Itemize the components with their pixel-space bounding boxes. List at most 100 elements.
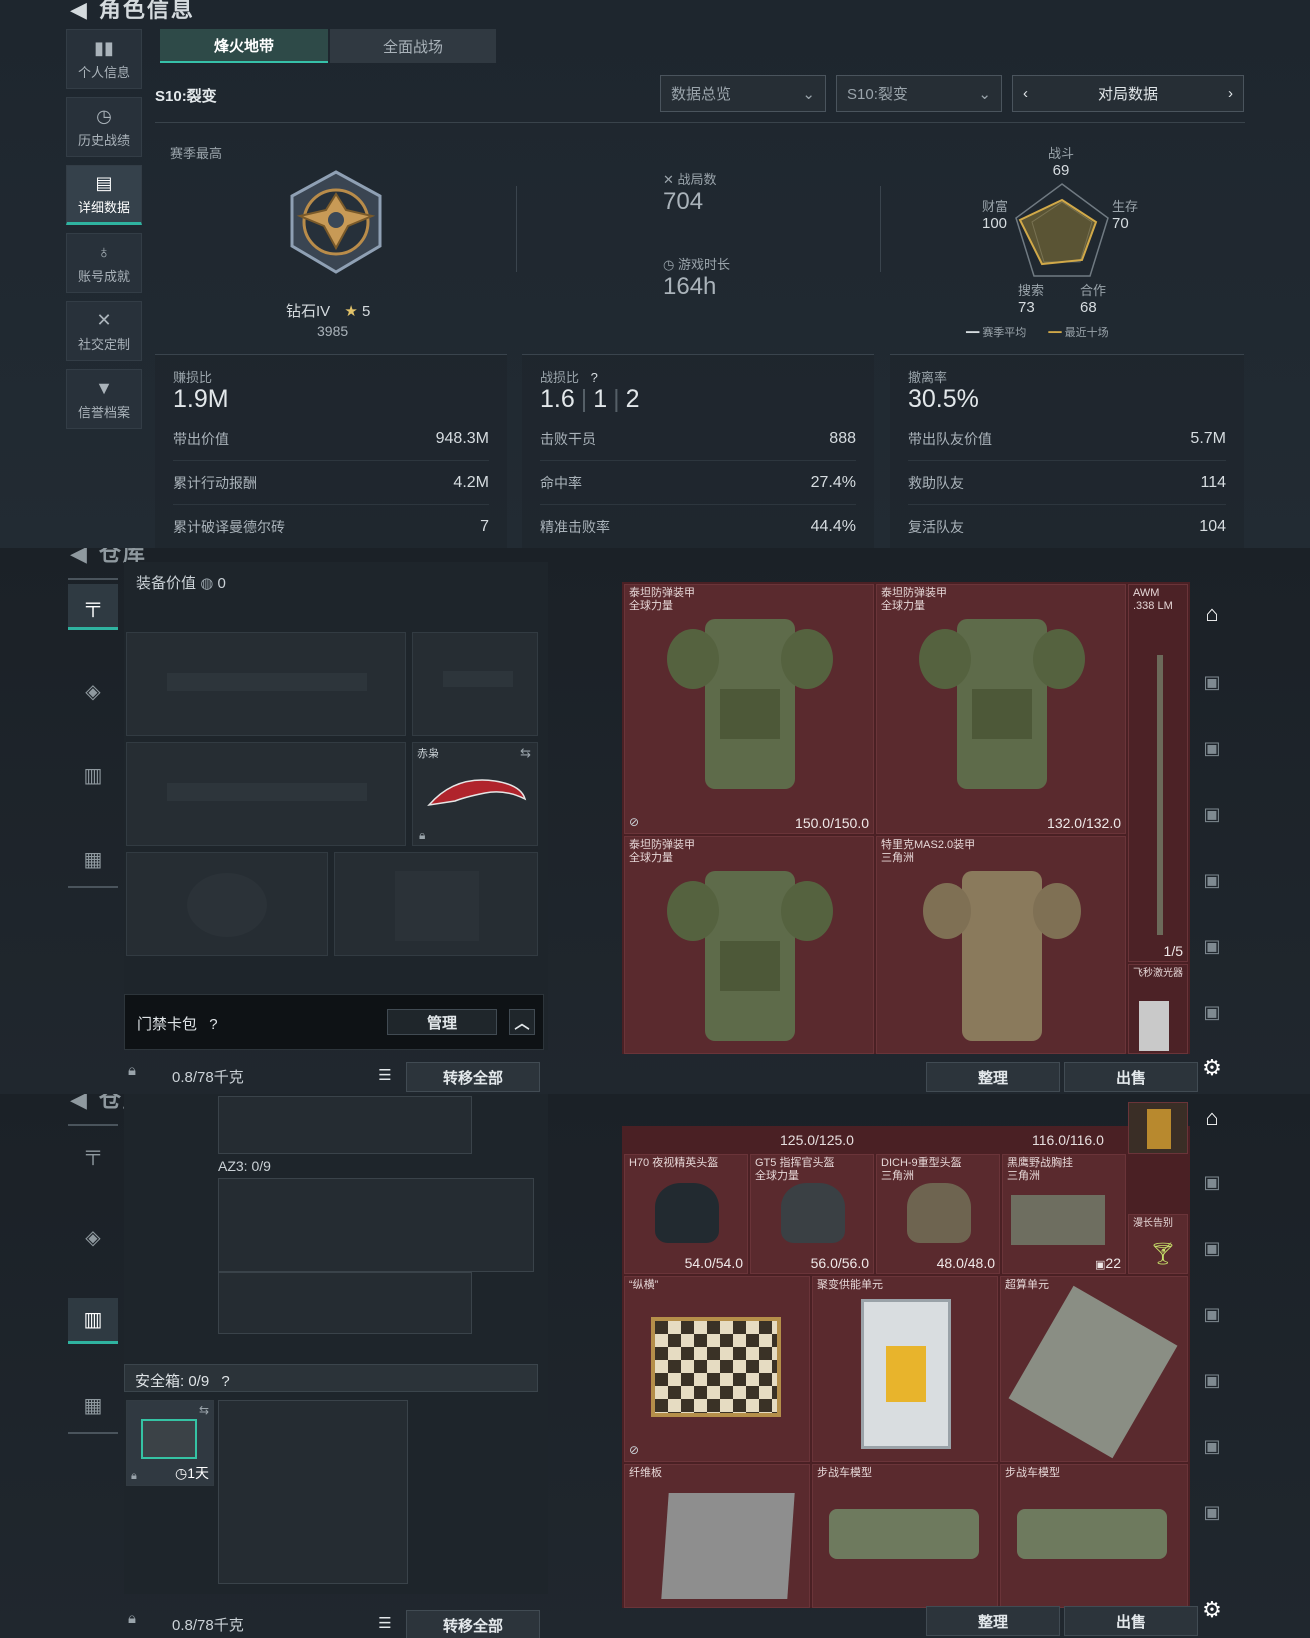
back-icon[interactable]: ◀ bbox=[70, 0, 89, 22]
backpack-grid[interactable] bbox=[218, 1178, 534, 1272]
nav-achievements[interactable]: ♁ 账号成就 bbox=[66, 233, 142, 293]
stash-item-helmet[interactable]: GT5 指挥官头盔 全球力量 56.0/56.0 bbox=[750, 1154, 874, 1274]
stash-item-fusion-unit[interactable]: 聚变供能单元 bbox=[812, 1276, 998, 1462]
stash-page-3-icon[interactable]: ▣ bbox=[1186, 790, 1238, 838]
list-icon[interactable]: ☰ bbox=[372, 1610, 398, 1636]
weapon-tab-icon[interactable]: ╤ bbox=[68, 584, 118, 630]
lock-icon[interactable]: 🔒︎ bbox=[128, 1610, 136, 1627]
secondary-weapon-slot[interactable] bbox=[126, 742, 406, 846]
stash-page-5-icon[interactable]: ▣ bbox=[1186, 922, 1238, 970]
radar-right-top: 生存 70 bbox=[1112, 196, 1138, 232]
backpack-grid[interactable] bbox=[218, 1272, 472, 1334]
stash-item-ifv-model[interactable]: 步战车模型 bbox=[812, 1464, 998, 1608]
nav-history[interactable]: ◷ 历史战绩 bbox=[66, 97, 142, 157]
overview-dropdown[interactable]: 数据总览 ⌄ bbox=[660, 75, 826, 112]
stash-item-cocktail[interactable]: 漫长告别 🍸︎ bbox=[1128, 1214, 1188, 1274]
stash-item-armor[interactable]: 泰坦防弹装甲 全球力量 ⊘ 150.0/150.0 bbox=[624, 584, 874, 834]
stash-item-rifle[interactable]: AWM .338 LM 1/5 bbox=[1128, 584, 1188, 962]
stash-item-chest-rig[interactable]: 黑鹰野战胸挂 三角洲 ▣22 bbox=[1002, 1154, 1126, 1274]
titan-armor-image bbox=[667, 619, 833, 789]
safebox-grid[interactable] bbox=[218, 1400, 408, 1584]
armor-slot[interactable] bbox=[334, 852, 538, 956]
stash-item-helmet[interactable]: H70 夜视精英头盔 54.0/54.0 bbox=[624, 1154, 748, 1274]
stash-page-6-icon[interactable]: ▣ bbox=[1186, 1488, 1238, 1536]
stash-item-ifv-model[interactable]: 步战车模型 bbox=[1000, 1464, 1188, 1608]
back-icon[interactable]: ◀ bbox=[70, 548, 89, 566]
sort-button[interactable]: 整理 bbox=[926, 1062, 1060, 1092]
rank-emblem bbox=[290, 170, 382, 274]
helmet-slot[interactable] bbox=[126, 852, 328, 956]
stash-page-2-icon[interactable]: ▣ bbox=[1186, 1224, 1238, 1272]
tab-hazard-zone[interactable]: 烽火地带 bbox=[160, 29, 328, 63]
stash-page-4-icon[interactable]: ▣ bbox=[1186, 1356, 1238, 1404]
az3-capacity: AZ3: 0/9 bbox=[218, 1158, 271, 1174]
stash-item-helmet[interactable]: DICH-9重型头盔 三角洲 48.0/48.0 bbox=[876, 1154, 1000, 1274]
sell-button[interactable]: 出售 bbox=[1064, 1062, 1198, 1092]
chevron-up-icon[interactable]: ︿ bbox=[509, 1009, 535, 1035]
stash-item-armor[interactable]: 泰坦防弹装甲 全球力量 bbox=[624, 836, 874, 1054]
backpack-grid[interactable] bbox=[218, 1096, 472, 1154]
stash-page-1-icon[interactable]: ▣ bbox=[1186, 1158, 1238, 1206]
backpack-tab-icon[interactable]: ▥ bbox=[68, 752, 118, 798]
list-icon[interactable]: ☰ bbox=[372, 1062, 398, 1088]
radar-legend: ━━ 赛季平均 ━━ 最近十场 bbox=[966, 327, 1109, 339]
transfer-all-button[interactable]: 转移全部 bbox=[406, 1062, 540, 1092]
nav-personal-info[interactable]: ▮▮ 个人信息 bbox=[66, 29, 142, 89]
help-icon[interactable]: ? bbox=[591, 370, 598, 385]
transfer-all-button[interactable]: 转移全部 bbox=[406, 1610, 540, 1638]
swap-icon[interactable]: ⇆ bbox=[520, 745, 531, 761]
stash-item-chess[interactable]: “纵横” ⊘ bbox=[624, 1276, 810, 1462]
armor-tab-icon[interactable]: ◈ bbox=[68, 668, 118, 714]
armor-tab-icon[interactable]: ◈ bbox=[68, 1214, 118, 1260]
dropdown-value: S10:裂变 bbox=[847, 86, 908, 103]
pistol-slot[interactable] bbox=[412, 632, 538, 736]
chevron-left-icon[interactable]: ‹ bbox=[1023, 85, 1028, 102]
safebox-item[interactable]: ⇆ 🔒︎ ◷1天 bbox=[126, 1400, 214, 1486]
help-icon[interactable]: ? bbox=[209, 1016, 217, 1033]
nav-detail-data[interactable]: ▤ 详细数据 bbox=[66, 165, 142, 225]
nav-social[interactable]: ✕ 社交定制 bbox=[66, 301, 142, 361]
season-dropdown[interactable]: S10:裂变 ⌄ bbox=[836, 75, 1002, 112]
stash-home-icon[interactable]: ⌂ bbox=[1186, 1094, 1238, 1142]
weapon-tab-icon[interactable]: ╤ bbox=[68, 1130, 118, 1176]
stash-item-coffee[interactable] bbox=[1128, 1102, 1188, 1154]
titan-armor-image bbox=[667, 871, 833, 1041]
radar-right-bottom: 合作 68 bbox=[1080, 280, 1106, 316]
fiberboard-image bbox=[661, 1493, 795, 1599]
melee-slot[interactable]: 赤枭 ⇆ 🔒︎ bbox=[412, 742, 538, 846]
row-value: 44.4% bbox=[810, 518, 856, 535]
case-tab-icon[interactable]: ▦ bbox=[68, 836, 118, 882]
stash-page-1-icon[interactable]: ▣ bbox=[1186, 658, 1238, 706]
stash-page-6-icon[interactable]: ▣ bbox=[1186, 988, 1238, 1036]
stash-item-fiberboard[interactable]: 纤维板 bbox=[624, 1464, 810, 1608]
sort-button[interactable]: 整理 bbox=[926, 1606, 1060, 1636]
stash-item-armor[interactable]: 特里克MAS2.0装甲 三角洲 bbox=[876, 836, 1126, 1054]
swap-icon[interactable]: ⇆ bbox=[199, 1403, 209, 1417]
manage-button[interactable]: 管理 bbox=[387, 1009, 497, 1035]
stash-page-3-icon[interactable]: ▣ bbox=[1186, 1290, 1238, 1338]
safebox-image bbox=[141, 1419, 197, 1459]
tab-full-battle[interactable]: 全面战场 bbox=[330, 29, 496, 63]
sell-button[interactable]: 出售 bbox=[1064, 1606, 1198, 1636]
lock-icon[interactable]: 🔒︎ bbox=[128, 1062, 136, 1079]
stash-page-2-icon[interactable]: ▣ bbox=[1186, 724, 1238, 772]
stash-item-supercomputer[interactable]: 超算单元 bbox=[1000, 1276, 1188, 1462]
stash-home-icon[interactable]: ⌂ bbox=[1186, 590, 1238, 638]
nav-label: 社交定制 bbox=[77, 336, 130, 352]
warehouse-panel-backpack: ◀ 仓库 ╤ ◈ ▥ ▦ AZ3: 0/9 安全箱: 0/9 ? ⇆ 🔒︎ ◷1天… bbox=[0, 1094, 1310, 1638]
chevron-right-icon[interactable]: › bbox=[1228, 85, 1233, 102]
lock-icon: 🔒︎ bbox=[419, 828, 426, 842]
primary-weapon-slot[interactable] bbox=[126, 632, 406, 736]
awm-rifle-image bbox=[1157, 655, 1163, 935]
stash-item-laser[interactable]: 飞秒激光器 bbox=[1128, 964, 1188, 1054]
help-icon[interactable]: ? bbox=[221, 1373, 229, 1390]
nav-credit[interactable]: ▼ 信誉档案 bbox=[66, 369, 142, 429]
back-icon[interactable]: ◀ bbox=[70, 1094, 89, 1112]
stash-page-4-icon[interactable]: ▣ bbox=[1186, 856, 1238, 904]
dropdown-value: 数据总览 bbox=[671, 86, 732, 103]
keycard-bar: 门禁卡包 ? 管理 ︿ bbox=[124, 994, 544, 1050]
backpack-tab-icon[interactable]: ▥ bbox=[68, 1298, 118, 1344]
stash-page-5-icon[interactable]: ▣ bbox=[1186, 1422, 1238, 1470]
stash-item-armor[interactable]: 泰坦防弹装甲 全球力量 132.0/132.0 bbox=[876, 584, 1126, 834]
case-tab-icon[interactable]: ▦ bbox=[68, 1382, 118, 1428]
